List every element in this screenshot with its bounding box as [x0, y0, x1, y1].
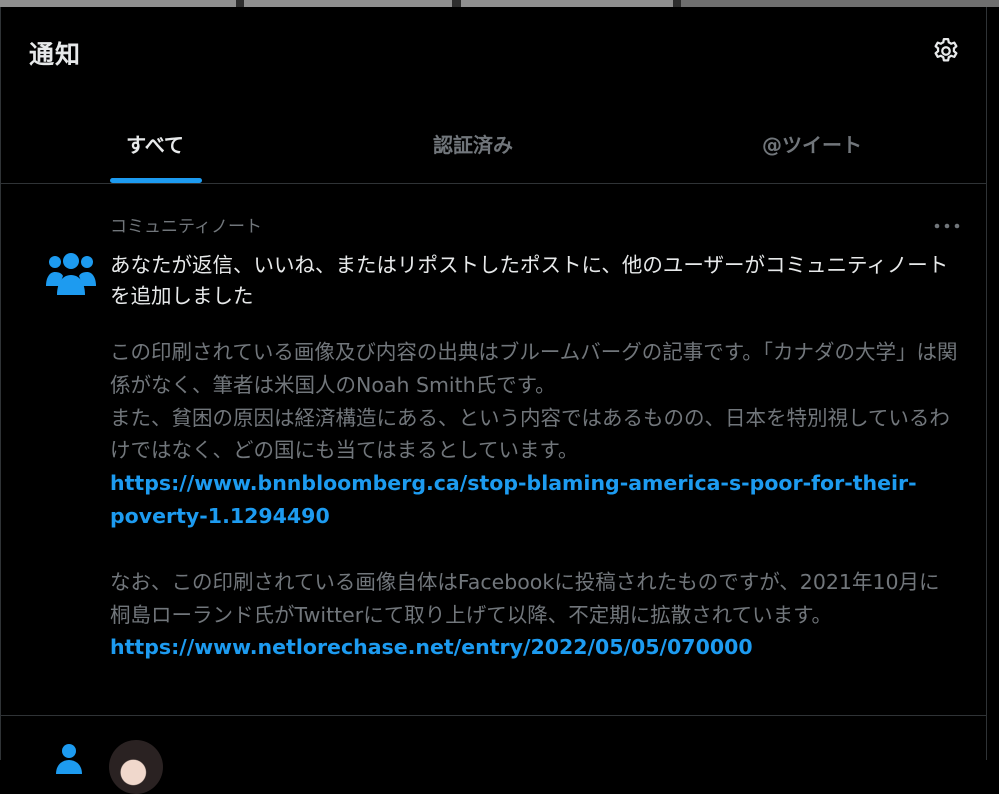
- browser-tab-strip-segment: [681, 0, 999, 7]
- page-title: 通知: [29, 40, 82, 69]
- notification-tabs: すべて 認証済み @ツイート: [1, 103, 986, 184]
- source-link[interactable]: https://www.netlorechase.net/entry/2022/…: [110, 635, 753, 659]
- tab-verified[interactable]: 認証済み: [406, 103, 540, 183]
- more-options-button[interactable]: [929, 212, 965, 240]
- note-paragraph: また、貧困の原因は経済構造にある、という内容ではあるものの、日本を特別視している…: [110, 405, 950, 463]
- more-horizontal-icon: [934, 223, 960, 229]
- browser-top-strip: [0, 0, 999, 7]
- community-note-notification[interactable]: コミュニティノート あなたが返信、いいね、またはリポストしたポストに、他のユーザ…: [1, 184, 986, 716]
- active-tab-indicator: [110, 178, 202, 183]
- tab-all[interactable]: すべて: [109, 103, 201, 183]
- community-note-text: この印刷されている画像及び内容の出典はブルームバーグの記事です。「カナダの大学」…: [110, 336, 960, 664]
- next-notification[interactable]: [1, 716, 986, 794]
- notifications-panel: 通知 すべて 認証済み @ツイート コミュニティノート あなたが返信、いいね、ま…: [0, 7, 987, 794]
- note-paragraph: この印刷されている画像及び内容の出典はブルームバーグの記事です。「カナダの大学」…: [110, 340, 958, 397]
- browser-tab-strip-segment: [461, 0, 673, 7]
- people-icon: [46, 253, 96, 295]
- browser-tab-strip-segment: [244, 0, 452, 7]
- browser-tab-strip-segment: [0, 0, 236, 7]
- notification-kicker: コミュニティノート: [110, 217, 262, 237]
- gear-icon: [934, 38, 958, 62]
- person-icon: [56, 744, 82, 774]
- settings-button[interactable]: [929, 34, 963, 68]
- source-link[interactable]: https://www.bnnbloomberg.ca/stop-blaming…: [110, 471, 917, 528]
- note-paragraph: なお、この印刷されている画像自体はFacebookに投稿されたものですが、202…: [110, 569, 940, 627]
- notification-headline: あなたが返信、いいね、またはリポストしたポストに、他のユーザーがコミュニティノー…: [110, 253, 949, 308]
- avatar[interactable]: [109, 740, 163, 794]
- tab-mentions[interactable]: @ツイート: [741, 103, 883, 183]
